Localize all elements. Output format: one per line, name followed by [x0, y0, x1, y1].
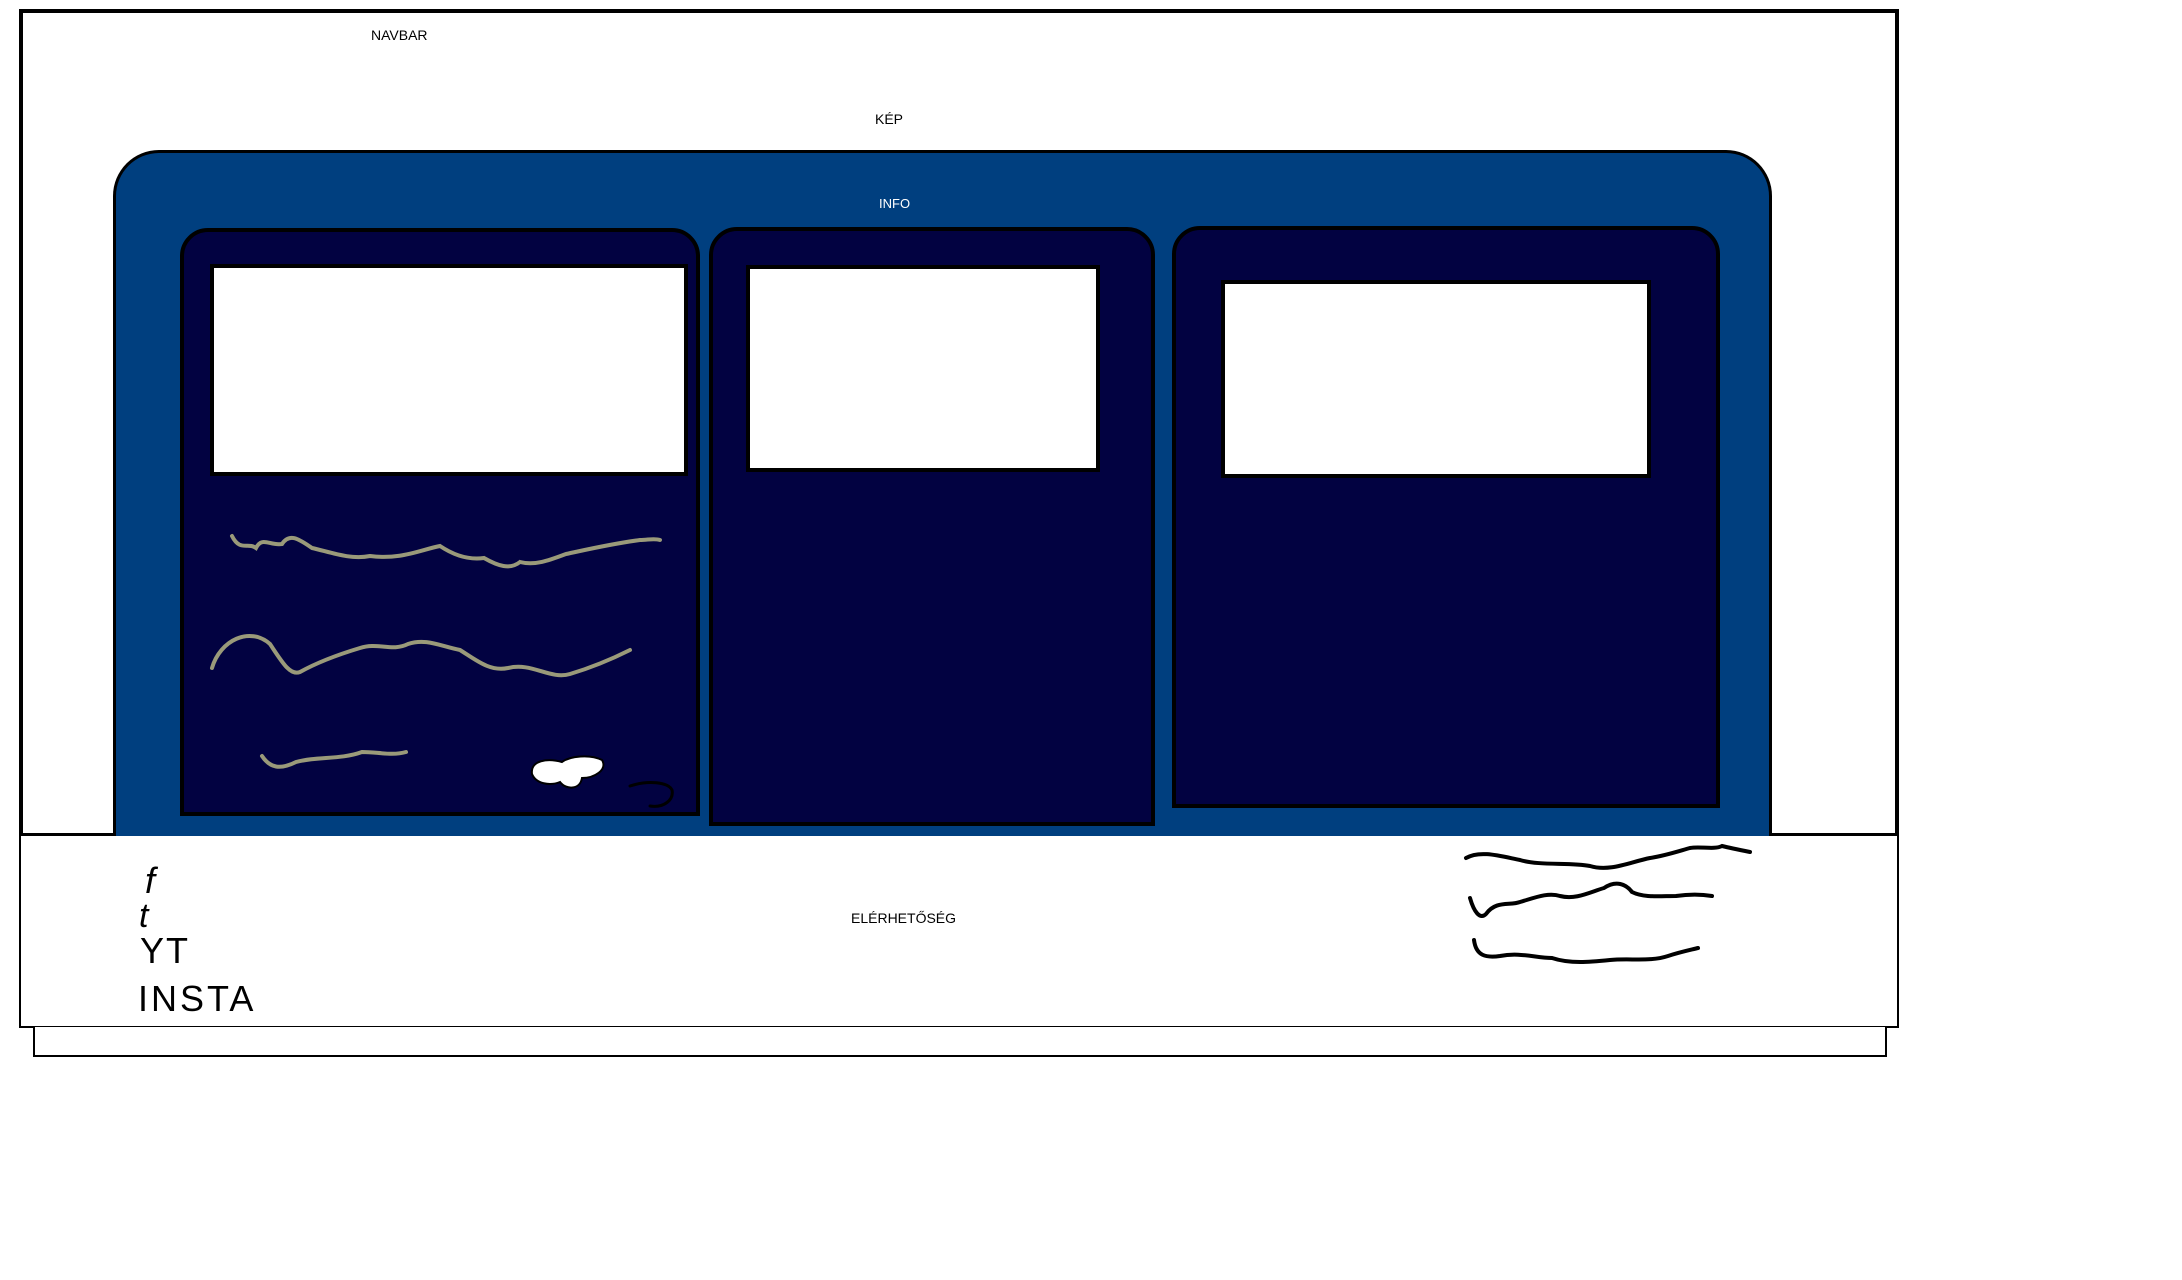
footer-contact-scribble — [1464, 843, 1752, 964]
